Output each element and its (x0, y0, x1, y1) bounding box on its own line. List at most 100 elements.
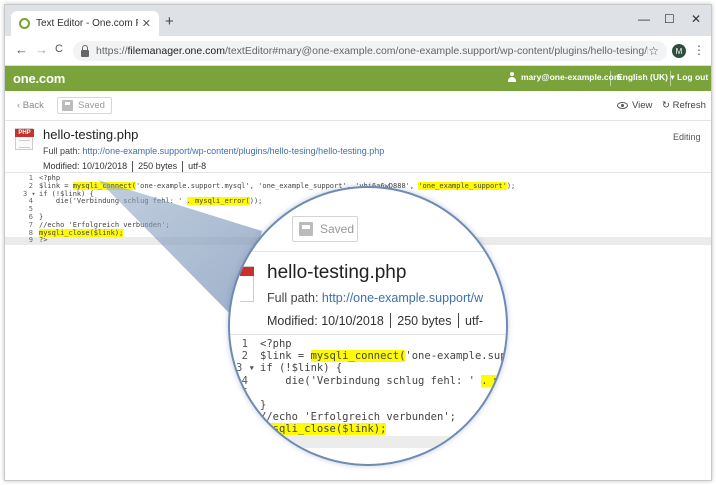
editing-status: Editing (673, 132, 701, 142)
line-text: mysqli_close($link); (260, 423, 387, 436)
minimize-button[interactable]: — (638, 12, 650, 26)
magnified-path-label: Full path: (267, 291, 319, 305)
code-line: 8 mysqli_close($link); (230, 423, 506, 436)
line-text: <?php (260, 338, 292, 350)
code-line: 4 die('Verbindung schlug fehl: ' . m (230, 374, 506, 387)
code-text: <?php (260, 338, 292, 350)
line-text: $link = mysqli_connect('one-example.sup (260, 350, 507, 363)
line-number: 9 (28, 236, 33, 245)
code-text: } (260, 398, 267, 411)
header-divider (670, 71, 671, 86)
maximize-button[interactable]: ☐ (664, 12, 675, 26)
code-text: $link = (260, 350, 311, 363)
app-header: one.com mary@one-example.com English (UK… (5, 66, 711, 91)
code-text: } (39, 212, 44, 221)
line-number: 8 (241, 423, 248, 436)
profile-avatar[interactable]: M (672, 44, 686, 58)
back-arrow-icon[interactable]: ← (15, 43, 28, 56)
line-text: mysqli_close($link); (39, 228, 124, 238)
code-text: if (!$link) { (39, 189, 94, 198)
php-file-icon-label: PHP (15, 129, 34, 137)
url-input[interactable]: https://filemanager.one.com/textEditor#m… (73, 41, 667, 61)
highlighted-code: 'one_example_support' (418, 181, 507, 190)
line-number: 3 ▾ (236, 362, 255, 375)
magnified-floppy-icon (299, 222, 313, 236)
line-text: } (260, 399, 266, 411)
magnifier-lens: Saved hello-testing.php Full path: http:… (228, 186, 508, 466)
file-size: 250 bytes (138, 161, 178, 171)
forward-arrow-icon[interactable]: → (35, 43, 48, 56)
eye-icon (617, 102, 628, 109)
line-number: 5 (241, 386, 248, 399)
code-text: <?php (39, 174, 61, 182)
magnified-modified-label: Modified: (267, 313, 318, 328)
close-window-button[interactable]: ✕ (691, 12, 701, 26)
code-text: //echo 'Erfolgreich verbunden'; (260, 411, 456, 424)
code-line: 6} (230, 398, 506, 411)
close-tab-icon[interactable]: ✕ (142, 17, 151, 30)
view-label: View (632, 100, 653, 111)
code-text: ?> (39, 236, 48, 245)
logout-link[interactable]: Log out (677, 72, 708, 82)
file-path-link[interactable]: http://one-example.support/wp-content/pl… (83, 146, 385, 156)
saved-button[interactable]: Saved (57, 97, 112, 114)
highlighted-code: . m (481, 374, 501, 387)
modified-date: 10/10/2018 (82, 161, 128, 171)
code-line (230, 435, 506, 448)
code-text: //echo 'Erfolgreich verbunden'; (39, 220, 170, 229)
new-tab-button[interactable]: + (165, 14, 174, 29)
favicon-icon (19, 18, 30, 29)
magnified-path-link: http://one-example.support/w (321, 291, 484, 305)
magnified-file-encoding: utf- (465, 313, 484, 328)
line-number: 1 (241, 338, 248, 350)
language-selector[interactable]: English (UK) ▾ (617, 72, 675, 83)
saved-label: Saved (78, 100, 105, 111)
lock-icon (81, 44, 89, 57)
back-button[interactable]: ‹ Back (17, 100, 44, 111)
magnified-file-meta: Modified: 10/10/2018 250 bytes utf- (267, 313, 483, 328)
magnified-file-size: 250 bytes (397, 313, 452, 328)
highlighted-code: mysqli_connect( (310, 350, 406, 363)
code-line: 5 (230, 386, 506, 399)
code-line: 3 ▾ if (!$link) { (230, 362, 506, 375)
code-text: ); (506, 181, 516, 190)
onecom-logo[interactable]: one.com (13, 71, 65, 86)
code-line: 1 <?php (230, 338, 506, 350)
address-bar-row: ← → C https://filemanager.one.com/textEd… (5, 36, 711, 66)
code-text: die('Verbindung schlug fehl: ' (39, 197, 187, 206)
line-text: ?> (39, 236, 48, 245)
browser-tab[interactable]: Text Editor - One.com File Manag ✕ (11, 11, 159, 36)
view-button[interactable]: View (617, 100, 652, 111)
floppy-save-icon (62, 100, 73, 111)
code-line: 2 $link = mysqli_connect('one-example.sup (230, 350, 507, 363)
line-text: die('Verbindung schlug fehl: ' . m (260, 374, 501, 387)
file-info: PHP hello-testing.php Full path: http://… (5, 121, 711, 173)
line-number: 4 (241, 374, 248, 387)
file-name: hello-testing.php (43, 127, 139, 142)
file-encoding: utf-8 (188, 161, 207, 171)
highlighted-code: mysqli_connect( (72, 181, 136, 190)
reload-icon[interactable]: C (55, 44, 63, 55)
line-number: 7 (241, 411, 248, 424)
line-text: die('Verbindung schlug fehl: ' . mysqli_… (39, 197, 262, 206)
line-text: if (!$link) { (260, 362, 342, 374)
code-text: 'one-example.sup (405, 350, 507, 363)
magnified-file-name: hello-testing.php (267, 262, 407, 283)
user-icon (507, 72, 517, 82)
code-text: $link = (39, 181, 73, 190)
line-number: 6 (241, 398, 248, 411)
highlighted-code: mysqli_close($link); (260, 423, 387, 436)
refresh-button[interactable]: ↻ Refresh (662, 100, 706, 111)
tab-strip: Text Editor - One.com File Manag ✕ + — ☐… (5, 5, 711, 36)
magnified-saved-button: Saved (292, 216, 358, 242)
line-text: $link = mysqli_connect('one-example.supp… (39, 181, 516, 191)
path-label: Full path: (43, 146, 81, 156)
bookmark-star-icon[interactable]: ☆ (648, 44, 659, 58)
header-divider (610, 71, 611, 86)
highlighted-code: mysqli_close($link); (39, 228, 124, 237)
browser-menu-icon[interactable]: ⋮ (693, 43, 705, 57)
user-email: mary@one-example.com (521, 72, 622, 82)
highlighted-code: . mysqli_error( (186, 197, 250, 206)
user-account[interactable]: mary@one-example.com (507, 72, 621, 82)
magnified-modified-date: 10/10/2018 (321, 313, 384, 328)
